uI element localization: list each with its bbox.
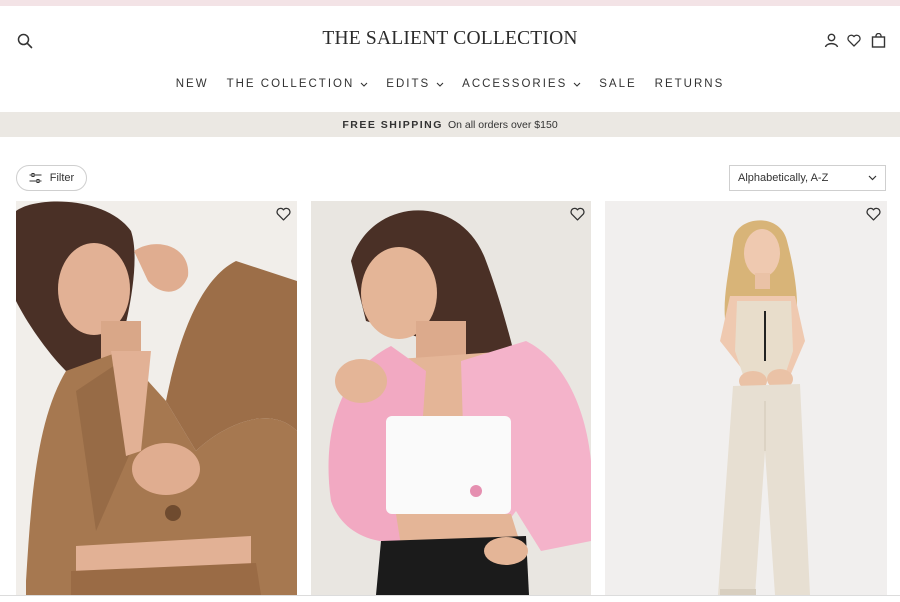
sliders-icon (29, 173, 42, 183)
account-button[interactable] (821, 30, 841, 50)
chevron-down-icon (360, 82, 368, 87)
account-icon (824, 33, 838, 47)
nav-item-sale[interactable]: SALE (590, 78, 645, 90)
wishlist-button[interactable] (845, 30, 863, 50)
product-grid (16, 201, 887, 595)
cart-button[interactable] (868, 29, 888, 51)
pink-cropped-blazer-photo[interactable] (311, 201, 591, 595)
heart-icon (847, 34, 861, 47)
announcement-text: On all orders over $150 (447, 118, 558, 131)
chevron-down-icon (436, 82, 444, 87)
nav-label: SALE (599, 78, 637, 90)
product-card[interactable] (16, 201, 297, 595)
main-navigation: NEW THE COLLECTION EDITS ACCESSORIES SAL… (0, 78, 900, 90)
nav-label: RETURNS (654, 78, 725, 90)
announcement-strong: FREE SHIPPING (342, 118, 443, 131)
product-card[interactable] (605, 201, 887, 595)
announcement-bar: FREE SHIPPING On all orders over $150 (0, 112, 900, 137)
chevron-down-icon (868, 175, 877, 181)
chevron-down-icon (573, 82, 581, 87)
brown-cropped-blazer-photo[interactable] (16, 201, 297, 595)
sort-select[interactable]: Alphabetically, A-Z (729, 165, 886, 191)
nav-item-the-collection[interactable]: THE COLLECTION (218, 78, 378, 90)
heart-icon (866, 207, 881, 221)
nav-item-accessories[interactable]: ACCESSORIES (453, 78, 590, 90)
filter-button[interactable]: Filter (16, 165, 87, 191)
site-header: THE SALIENT COLLECTION NEW THE COLLECTIO… (0, 6, 900, 112)
bag-icon (871, 32, 885, 48)
page-bottom-divider (0, 595, 900, 596)
nav-item-edits[interactable]: EDITS (377, 78, 453, 90)
wishlist-toggle[interactable] (276, 207, 292, 223)
nav-label: EDITS (386, 78, 431, 90)
wishlist-toggle[interactable] (570, 207, 586, 223)
sort-value: Alphabetically, A-Z (738, 172, 829, 184)
wishlist-toggle[interactable] (866, 207, 882, 223)
crochet-top-linen-trousers-photo[interactable] (605, 201, 887, 595)
heart-icon (276, 207, 291, 221)
product-card[interactable] (311, 201, 591, 595)
nav-label: NEW (175, 78, 209, 90)
nav-label: THE COLLECTION (226, 78, 355, 90)
nav-item-returns[interactable]: RETURNS (646, 78, 734, 90)
brand-logo[interactable]: THE SALIENT COLLECTION (0, 28, 900, 50)
nav-label: ACCESSORIES (462, 78, 568, 90)
nav-item-new[interactable]: NEW (167, 78, 218, 90)
filter-label: Filter (49, 172, 75, 184)
heart-icon (570, 207, 585, 221)
